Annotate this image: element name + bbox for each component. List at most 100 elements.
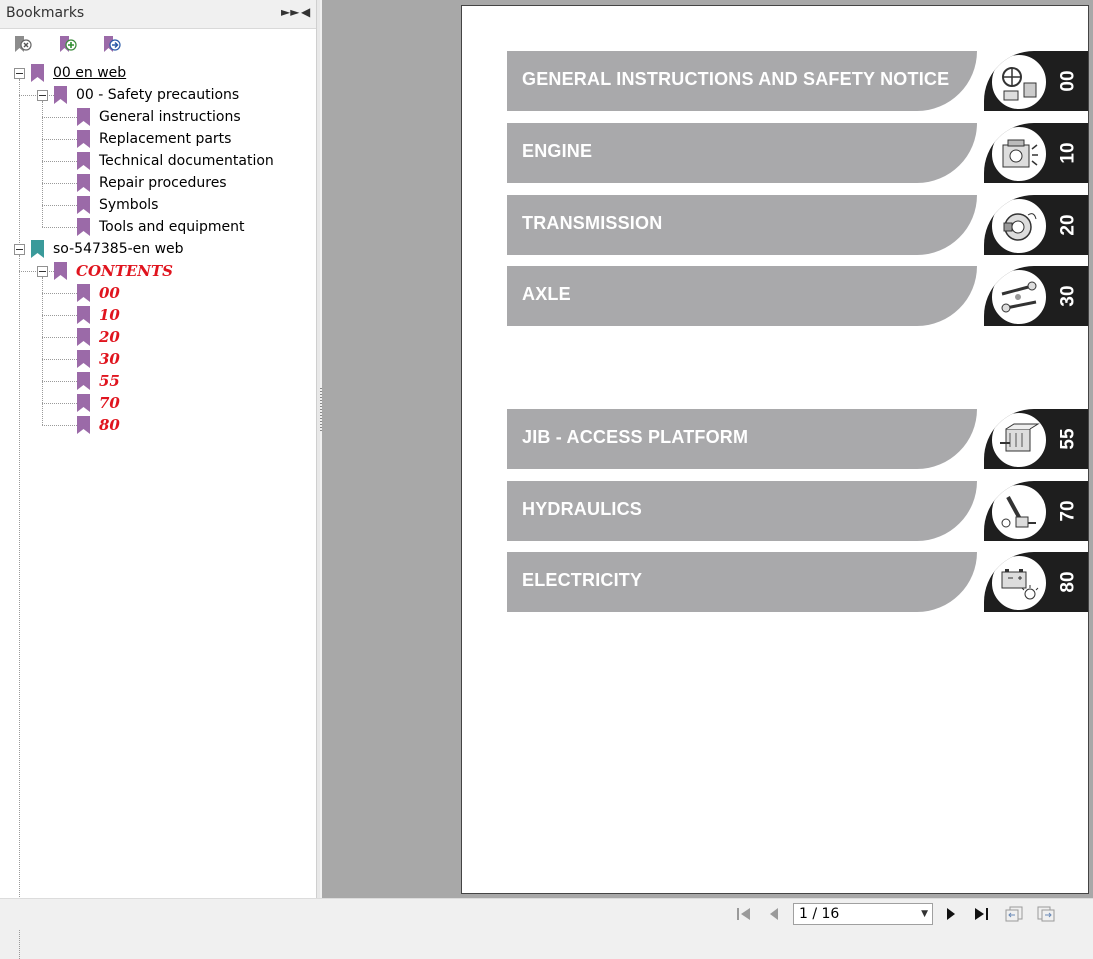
section-number-tab: 00 bbox=[984, 51, 1088, 111]
bookmark-item[interactable]: 30 bbox=[0, 348, 310, 370]
bookmark-item[interactable]: so-547385-en web bbox=[0, 238, 310, 260]
bookmark-label: 70 bbox=[99, 394, 120, 412]
bookmark-item[interactable]: Symbols bbox=[0, 194, 310, 216]
bookmark-label: General instructions bbox=[99, 109, 241, 125]
bookmark-label: Replacement parts bbox=[99, 131, 232, 147]
section-number-text: 70 bbox=[1057, 500, 1079, 522]
section-bar: HYDRAULICS bbox=[507, 481, 977, 541]
bookmark-icon bbox=[77, 350, 90, 368]
bookmark-label: 55 bbox=[99, 372, 120, 390]
section-title: ELECTRICITY bbox=[522, 570, 643, 590]
bookmark-icon bbox=[31, 240, 44, 258]
delete-bookmark-icon[interactable] bbox=[12, 34, 32, 54]
section-tab[interactable]: ELECTRICITY 80 bbox=[507, 552, 1088, 612]
collapse-toggle-icon[interactable] bbox=[37, 90, 48, 101]
bookmark-toolbar bbox=[0, 29, 316, 59]
bookmark-item[interactable]: 00 bbox=[0, 282, 310, 304]
document-viewer[interactable]: GENERAL INSTRUCTIONS AND SAFETY NOTICE 00… bbox=[322, 0, 1093, 898]
bookmark-icon bbox=[77, 284, 90, 302]
section-number-tab: 10 bbox=[984, 123, 1088, 183]
bookmark-label: Technical documentation bbox=[99, 153, 274, 169]
collapse-toggle-icon[interactable] bbox=[14, 244, 25, 255]
bookmark-label: 00 bbox=[99, 284, 120, 302]
section-number-text: 80 bbox=[1057, 571, 1079, 593]
section-bar: JIB - ACCESS PLATFORM bbox=[507, 409, 977, 469]
collapse-toggle-icon[interactable] bbox=[14, 68, 25, 79]
section-number-text: 30 bbox=[1057, 285, 1079, 307]
section-number: 70 bbox=[1054, 481, 1084, 541]
battery-icon bbox=[990, 554, 1048, 612]
section-tab[interactable]: GENERAL INSTRUCTIONS AND SAFETY NOTICE 00 bbox=[507, 51, 1088, 111]
first-page-icon[interactable] bbox=[735, 906, 753, 922]
next-page-icon[interactable] bbox=[942, 906, 960, 922]
section-tab[interactable]: JIB - ACCESS PLATFORM 55 bbox=[507, 409, 1088, 469]
bookmark-icon bbox=[77, 306, 90, 324]
section-bar: ENGINE bbox=[507, 123, 977, 183]
add-bookmark-icon[interactable] bbox=[57, 34, 77, 54]
bookmark-label: CONTENTS bbox=[76, 262, 174, 280]
section-number: 30 bbox=[1054, 266, 1084, 326]
axle-icon bbox=[990, 268, 1048, 326]
bookmark-icon bbox=[31, 64, 44, 82]
previous-page-icon[interactable] bbox=[765, 906, 783, 922]
bookmark-item[interactable]: 10 bbox=[0, 304, 310, 326]
section-number-tab: 70 bbox=[984, 481, 1088, 541]
section-number: 00 bbox=[1054, 51, 1084, 111]
section-tab[interactable]: HYDRAULICS 70 bbox=[507, 481, 1088, 541]
engine-icon bbox=[990, 125, 1048, 183]
triangle-left-icon[interactable]: ◀ bbox=[301, 5, 310, 19]
double-chevron-right-icon[interactable]: ►► bbox=[281, 5, 299, 19]
section-title: HYDRAULICS bbox=[522, 499, 643, 519]
chevron-down-icon: ▼ bbox=[921, 909, 928, 919]
bookmark-item[interactable]: Tools and equipment bbox=[0, 216, 310, 238]
page-number-select[interactable]: 1 / 16 ▼ bbox=[793, 903, 933, 925]
section-tab[interactable]: TRANSMISSION 20 bbox=[507, 195, 1088, 255]
section-bar: TRANSMISSION bbox=[507, 195, 977, 255]
bookmark-icon bbox=[77, 174, 90, 192]
bookmark-icon bbox=[77, 328, 90, 346]
document-page: GENERAL INSTRUCTIONS AND SAFETY NOTICE 00… bbox=[461, 5, 1089, 894]
goto-bookmark-icon[interactable] bbox=[101, 34, 121, 54]
section-number: 10 bbox=[1054, 123, 1084, 183]
bookmark-item[interactable]: 80 bbox=[0, 414, 310, 436]
bookmark-item[interactable]: 00 en web bbox=[0, 62, 310, 84]
section-title: AXLE bbox=[522, 284, 571, 304]
last-page-icon[interactable] bbox=[972, 906, 990, 922]
section-number-text: 55 bbox=[1057, 428, 1079, 450]
collapse-toggle-icon[interactable] bbox=[37, 266, 48, 277]
bookmark-label: 00 - Safety precautions bbox=[76, 87, 240, 103]
page-indicator: 1 / 16 bbox=[799, 906, 840, 922]
bookmark-icon bbox=[54, 262, 67, 280]
bookmark-icon bbox=[77, 130, 90, 148]
previous-view-icon[interactable] bbox=[1003, 906, 1025, 922]
section-number: 20 bbox=[1054, 195, 1084, 255]
bookmark-icon bbox=[77, 108, 90, 126]
section-number: 80 bbox=[1054, 552, 1084, 612]
section-tab[interactable]: AXLE 30 bbox=[507, 266, 1088, 326]
bookmarks-panel: Bookmarks ►► ◀ 00 en web 00 - Safety prec… bbox=[0, 0, 317, 959]
bookmark-item[interactable]: 20 bbox=[0, 326, 310, 348]
next-view-icon[interactable] bbox=[1035, 906, 1057, 922]
bookmark-label: Symbols bbox=[99, 197, 159, 213]
bookmark-item[interactable]: Technical documentation bbox=[0, 150, 310, 172]
bookmark-item[interactable]: Replacement parts bbox=[0, 128, 310, 150]
bookmark-item[interactable]: Repair procedures bbox=[0, 172, 310, 194]
bookmark-item[interactable]: CONTENTS bbox=[0, 260, 310, 282]
section-number-text: 10 bbox=[1057, 142, 1079, 164]
section-title: ENGINE bbox=[522, 141, 593, 161]
bookmark-item[interactable]: 00 - Safety precautions bbox=[0, 84, 310, 106]
section-bar: AXLE bbox=[507, 266, 977, 326]
panel-splitter[interactable] bbox=[317, 0, 320, 898]
page-navigation-bar: 1 / 16 ▼ bbox=[0, 898, 1093, 929]
bookmark-label: so-547385-en web bbox=[53, 241, 184, 257]
bookmark-item[interactable]: General instructions bbox=[0, 106, 310, 128]
bookmark-label: 10 bbox=[99, 306, 120, 324]
section-tab[interactable]: ENGINE 10 bbox=[507, 123, 1088, 183]
bookmark-label: 30 bbox=[99, 350, 120, 368]
bookmark-item[interactable]: 55 bbox=[0, 370, 310, 392]
section-number-tab: 55 bbox=[984, 409, 1088, 469]
bookmark-item[interactable]: 70 bbox=[0, 392, 310, 414]
section-number-tab: 20 bbox=[984, 195, 1088, 255]
section-number-text: 20 bbox=[1057, 214, 1079, 236]
bookmark-label: 80 bbox=[99, 416, 120, 434]
